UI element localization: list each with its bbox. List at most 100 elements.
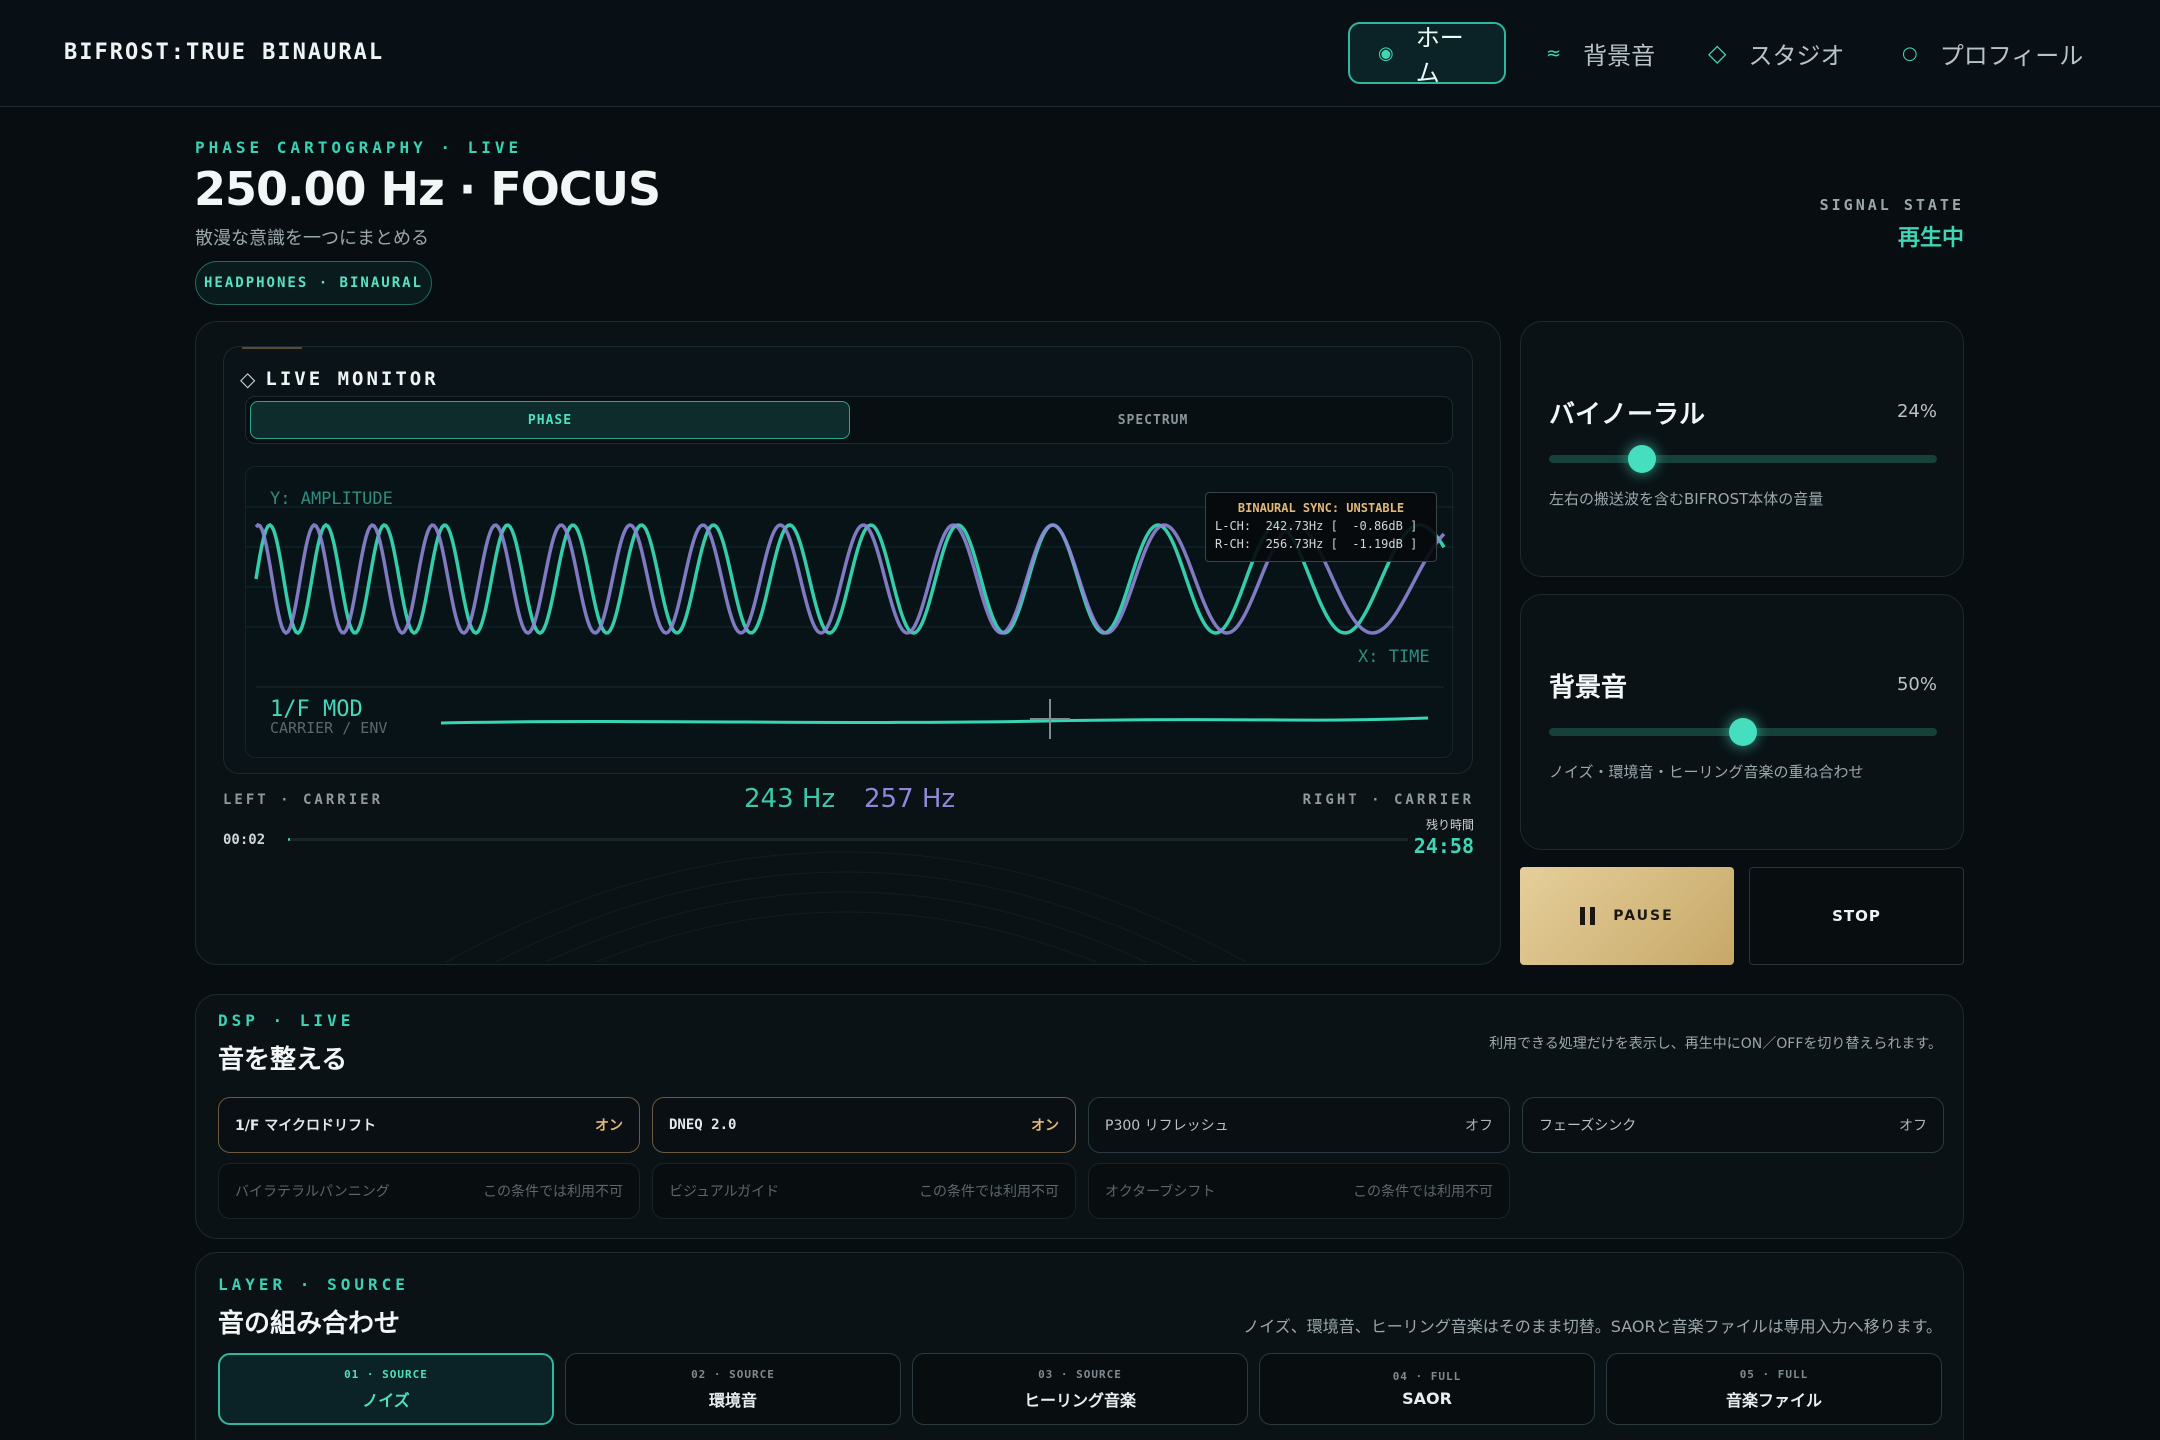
- circle-icon: ○: [1902, 42, 1918, 64]
- background-volume-card: 背景音 50% ノイズ・環境音・ヒーリング音楽の重ね合わせ: [1520, 594, 1964, 850]
- output-mode-pill: HEADPHONES · BINAURAL: [195, 261, 432, 305]
- dsp-item-name: バイラテラルパンニング: [235, 1184, 390, 1200]
- nav-profile-label: プロフィール: [1939, 41, 2084, 70]
- right-channel-readout: R-CH: 256.73Hz [ -1.19dB ]: [1215, 537, 1418, 551]
- binaural-title: バイノーラル: [1549, 400, 1706, 430]
- dsp-eyebrow: DSP · LIVE: [218, 1011, 355, 1030]
- dsp-panel: DSP · LIVE 音を整える 利用できる処理だけを表示し、再生中にON／OF…: [195, 994, 1964, 1239]
- page-subtitle: 散漫な意識を一つにまとめる: [195, 228, 429, 249]
- dsp-toggle-microdrift[interactable]: 1/F マイクロドリフト オン: [218, 1097, 640, 1153]
- dsp-note: 利用できる処理だけを表示し、再生中にON／OFFを切り替えられます。: [1489, 1036, 1942, 1052]
- source-label: ノイズ: [362, 1390, 410, 1410]
- pause-icon: [1580, 907, 1596, 925]
- layer-note: ノイズ、環境音、ヒーリング音楽はそのまま切替。SAORと音楽ファイルは専用入力へ…: [1243, 1317, 1942, 1336]
- sync-readout: BINAURAL SYNC: UNSTABLE L-CH: 242.73Hz […: [1205, 492, 1437, 562]
- source-label: 音楽ファイル: [1725, 1390, 1822, 1410]
- background-percent: 50%: [1896, 674, 1937, 695]
- signal-state-label: SIGNAL STATE: [1819, 196, 1964, 214]
- source-code: 02 · SOURCE: [691, 1367, 775, 1381]
- wave-icon: ≈: [1546, 42, 1562, 64]
- left-carrier-hz: 243 Hz: [744, 784, 836, 814]
- background-slider-knob[interactable]: [1729, 718, 1757, 746]
- page-eyebrow: PHASE CARTOGRAPHY · LIVE: [195, 138, 523, 157]
- tab-phase[interactable]: PHASE: [250, 401, 850, 439]
- dsp-toggle-phasesync[interactable]: フェーズシンク オフ: [1522, 1097, 1944, 1153]
- card-accent: [242, 347, 302, 349]
- x-axis-label: X: TIME: [1358, 647, 1430, 667]
- source-label: ヒーリング音楽: [1023, 1390, 1136, 1410]
- nav-background-label: 背景音: [1583, 41, 1656, 70]
- monitor-tabs: PHASE SPECTRUM: [245, 396, 1453, 444]
- remaining-time: 24:58: [1413, 834, 1474, 858]
- background-desc: ノイズ・環境音・ヒーリング音楽の重ね合わせ: [1549, 763, 1864, 781]
- pause-label: PAUSE: [1613, 908, 1674, 924]
- diamond-icon: ◇: [240, 367, 256, 391]
- crosshair-icon: [1030, 699, 1070, 739]
- binaural-slider-knob[interactable]: [1628, 445, 1657, 473]
- dsp-toggle-p300[interactable]: P300 リフレッシュ オフ: [1088, 1097, 1510, 1153]
- source-code: 01 · SOURCE: [344, 1367, 428, 1381]
- dsp-item-state: オン: [595, 1118, 623, 1134]
- nav-home[interactable]: ◉ ホーム: [1348, 22, 1506, 87]
- dsp-item-name: P300 リフレッシュ: [1105, 1118, 1229, 1134]
- source-code: 03 · SOURCE: [1038, 1367, 1122, 1381]
- dsp-item-octave-shift-disabled: オクターブシフト この条件では利用不可: [1088, 1163, 1510, 1219]
- live-monitor-header: ◇ LIVE MONITOR: [240, 367, 439, 391]
- y-axis-label: Y: AMPLITUDE: [270, 489, 393, 509]
- signal-state-value: 再生中: [1897, 226, 1964, 251]
- source-ambient[interactable]: 02 · SOURCE 環境音: [565, 1353, 901, 1425]
- progress-fill: [288, 838, 290, 841]
- left-carrier-label: LEFT · CARRIER: [223, 792, 384, 808]
- dsp-item-state: この条件では利用不可: [1353, 1184, 1493, 1200]
- source-music-file[interactable]: 05 · FULL 音楽ファイル: [1606, 1353, 1942, 1425]
- source-code: 04 · FULL: [1392, 1370, 1462, 1383]
- elapsed-time: 00:02: [223, 832, 266, 848]
- diamond-icon: ◇: [1708, 39, 1727, 67]
- source-saor[interactable]: 04 · FULL SAOR: [1259, 1353, 1595, 1425]
- radio-dot-icon: ◉: [1378, 42, 1394, 64]
- mod-sub-label: CARRIER / ENV: [270, 719, 388, 737]
- binaural-volume-card: バイノーラル 24% 左右の搬送波を含むBIFROST本体の音量: [1520, 321, 1964, 577]
- dsp-item-visual-guide-disabled: ビジュアルガイド この条件では利用不可: [652, 1163, 1076, 1219]
- dsp-item-state: この条件では利用不可: [483, 1184, 623, 1200]
- source-code: 05 · FULL: [1739, 1367, 1809, 1381]
- nav-studio-label: スタジオ: [1748, 41, 1845, 70]
- page-title: 250.00 Hz · FOCUS: [194, 162, 661, 216]
- layer-panel: LAYER · SOURCE 音の組み合わせ ノイズ、環境音、ヒーリング音楽はそ…: [195, 1252, 1964, 1440]
- nav-background[interactable]: ≈ 背景音: [1546, 22, 1655, 84]
- stop-button[interactable]: STOP: [1749, 867, 1964, 965]
- tab-spectrum[interactable]: SPECTRUM: [854, 397, 1452, 443]
- progress-track[interactable]: [288, 838, 1408, 841]
- binaural-percent: 24%: [1896, 401, 1937, 422]
- dsp-item-name: 1/F マイクロドリフト: [235, 1118, 377, 1134]
- dsp-title: 音を整える: [218, 1045, 348, 1075]
- nav-studio[interactable]: ◇ スタジオ: [1708, 22, 1844, 84]
- right-carrier-label: RIGHT · CARRIER: [1302, 792, 1474, 808]
- nav-profile[interactable]: ○ プロフィール: [1902, 22, 2083, 84]
- pause-button[interactable]: PAUSE: [1520, 867, 1734, 965]
- source-label: SAOR: [1402, 1389, 1452, 1408]
- source-healing-music[interactable]: 03 · SOURCE ヒーリング音楽: [912, 1353, 1248, 1425]
- dsp-item-state: この条件では利用不可: [919, 1184, 1059, 1200]
- dsp-item-state: オフ: [1465, 1118, 1493, 1134]
- mod-envelope-line: [440, 716, 1429, 725]
- left-channel-readout: L-CH: 242.73Hz [ -0.86dB ]: [1215, 519, 1418, 533]
- dsp-item-name: ビジュアルガイド: [669, 1184, 780, 1200]
- sync-status: BINAURAL SYNC: UNSTABLE: [1237, 501, 1405, 515]
- source-noise[interactable]: 01 · SOURCE ノイズ: [218, 1353, 554, 1425]
- dsp-item-bilateral-disabled: バイラテラルパンニング この条件では利用不可: [218, 1163, 640, 1219]
- remaining-label: 残り時間: [1425, 818, 1474, 832]
- top-bar: BIFROST:TRUE BINAURAL ◉ ホーム ≈ 背景音 ◇ スタジオ…: [0, 0, 2160, 107]
- background-title: 背景音: [1549, 673, 1628, 703]
- source-label: 環境音: [708, 1390, 757, 1410]
- layer-eyebrow: LAYER · SOURCE: [218, 1275, 409, 1294]
- brand-logo[interactable]: BIFROST:TRUE BINAURAL: [64, 40, 384, 65]
- nav-home-label: ホーム: [1415, 24, 1464, 87]
- dsp-item-state: オフ: [1899, 1118, 1927, 1134]
- dsp-item-name: フェーズシンク: [1539, 1118, 1637, 1134]
- binaural-desc: 左右の搬送波を含むBIFROST本体の音量: [1549, 490, 1824, 508]
- live-monitor-title: LIVE MONITOR: [265, 368, 439, 390]
- binaural-slider[interactable]: [1549, 455, 1937, 463]
- dsp-toggle-dneq[interactable]: DNEQ 2.0 オン: [652, 1097, 1076, 1153]
- right-carrier-hz: 257 Hz: [864, 784, 956, 814]
